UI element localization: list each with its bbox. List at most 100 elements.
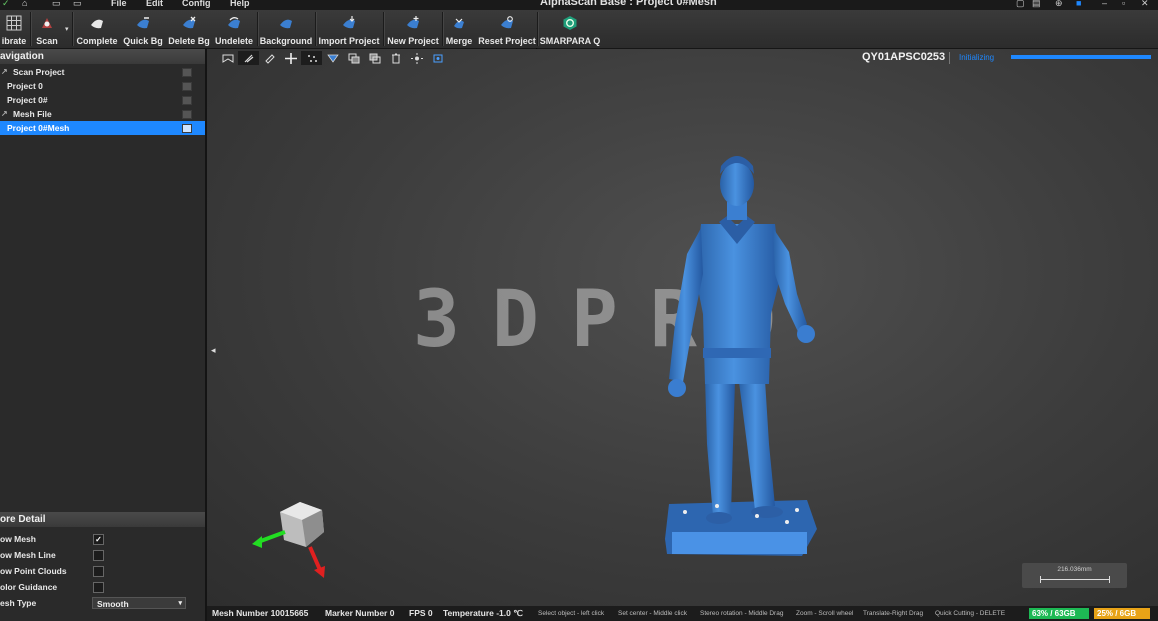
device-status: Initializing [959,53,995,62]
init-progress-bar [1011,55,1151,59]
show-mesh-row: ow Mesh ✓ [0,531,205,547]
layout-split-icon[interactable]: ▤ [1032,0,1041,9]
scan-dropdown-icon[interactable]: ▾ [65,25,69,33]
main-toolbar: ibrate Scan ▾ Complete Quick Bg Delete B… [0,10,1158,59]
init-progress-fill [1011,55,1151,59]
hint-rotate: Stereo rotation - Middle Drag [700,610,784,617]
select-rect-tool[interactable] [217,51,238,65]
visibility-icon[interactable] [182,82,192,91]
undelete-label: Undelete [214,36,253,46]
reset-project-button[interactable]: Reset Project [477,12,537,46]
reset-project-icon [501,16,513,29]
select-lasso-tool[interactable] [259,51,280,65]
show-point-clouds-row: ow Point Clouds [0,563,205,579]
show-mesh-checkbox[interactable]: ✓ [93,534,104,545]
hint-select: Select object - left click [538,610,605,617]
nav-item-project-0-hash[interactable]: Project 0# [0,93,205,107]
mesh-type-select[interactable]: Smooth ▾ [92,597,186,609]
tree-branch-icon: ↗ [1,67,8,76]
window-title: AlphaScan Base : Project 0#Mesh [540,0,717,8]
axis-gizmo[interactable] [250,492,340,582]
delete-tool[interactable] [385,51,406,65]
layer-tool-2[interactable] [364,51,385,65]
more-detail-header: ore Detail [0,512,205,527]
complete-label: Complete [76,36,118,46]
show-mesh-line-label: ow Mesh Line [0,550,56,560]
import-project-label: Import Project [318,36,380,46]
mesh-view-icon [326,54,339,63]
status-bar: Mesh Number 10015665 Marker Number 0 FPS… [207,606,1158,621]
mesh-view-tool[interactable] [322,51,343,65]
trash-icon [391,53,400,63]
open-icon[interactable]: ▭ [73,0,82,8]
points-icon [307,54,317,62]
3d-viewport[interactable]: QY01APSC0253 Initializing 3DPRO ◂ 216.03… [207,49,1158,606]
mesh-number: Mesh Number 10015665 [212,608,309,618]
scan-label: Scan [36,36,58,46]
mesh-type-row: esh Type Smooth ▾ [0,595,205,611]
new-project-icon [407,16,419,29]
layer-tool-1[interactable] [343,51,364,65]
nav-item-project-0-mesh[interactable]: Project 0#Mesh [0,121,205,135]
nav-item-label: Project 0 [7,81,43,91]
app-logo-icon: ✓ [2,0,10,8]
nav-item-label: Project 0# [7,95,48,105]
layers-alt-icon [369,53,380,63]
temperature-readout: Temperature -1.0 ℃ [443,608,523,618]
visibility-icon[interactable] [182,96,192,105]
smarpara-logo-icon [563,16,577,30]
layout-icon[interactable]: ▢ [1016,0,1025,9]
hint-center: Set center - Middle click [618,610,687,617]
show-point-clouds-label: ow Point Clouds [0,566,67,576]
scan-button[interactable]: Scan [32,12,62,46]
points-tool[interactable] [301,51,322,65]
delete-bg-label: Delete Bg [168,36,210,46]
close-icon[interactable]: ✕ [1141,0,1149,9]
hint-cut: Quick Cutting - DELETE [935,610,1006,617]
brush-icon [244,54,253,62]
visibility-icon[interactable] [182,110,192,119]
save-icon[interactable]: ▭ [52,0,61,8]
color-guidance-checkbox[interactable] [93,582,104,593]
calibrate-button[interactable]: ibrate [0,12,28,46]
complete-button[interactable]: Complete [75,12,119,46]
nav-item-mesh-file[interactable]: ↗ Mesh File [0,107,205,121]
select-brush-tool[interactable] [238,51,259,65]
home-icon[interactable]: ⌂ [22,0,31,8]
merge-icon [454,18,464,29]
fit-view-tool[interactable] [427,51,448,65]
visibility-icon[interactable] [182,124,192,133]
menu-config[interactable]: Config [182,0,211,8]
title-bar: ✓ ⌂ ▭ ▭ File Edit Config Help AlphaScan … [0,0,1158,10]
visibility-icon[interactable] [182,68,192,77]
pan-tool[interactable] [280,51,301,65]
show-point-clouds-checkbox[interactable] [93,566,104,577]
color-guidance-row: olor Guidance [0,579,205,595]
smarpara-button[interactable]: SMARPARA Q [539,12,601,46]
menu-file[interactable]: File [111,0,127,8]
merge-button[interactable]: Merge [444,12,474,46]
collapse-panel-icon[interactable]: ◂ [211,345,216,356]
nav-item-project-0[interactable]: Project 0 [0,79,205,93]
menu-help[interactable]: Help [230,0,250,8]
undelete-icon [228,17,240,29]
delete-bg-button[interactable]: Delete Bg [166,12,212,46]
menu-edit[interactable]: Edit [146,0,163,8]
minimize-icon[interactable]: – [1102,0,1107,8]
scale-bar [1040,576,1110,583]
background-button[interactable]: Background [259,12,313,46]
maximize-icon[interactable]: ▫ [1122,0,1125,8]
quick-bg-label: Quick Bg [123,36,163,46]
nav-item-scan-project[interactable]: ↗ Scan Project [0,65,205,79]
import-project-button[interactable]: Import Project [317,12,381,46]
scanned-mesh-model[interactable] [657,144,827,564]
globe-icon[interactable]: ⊕ [1055,0,1063,9]
navigation-header: avigation [0,49,205,64]
account-icon[interactable]: ■ [1076,0,1081,8]
center-tool[interactable] [406,51,427,65]
new-project-button[interactable]: New Project [385,12,441,46]
undelete-button[interactable]: Undelete [213,12,255,46]
show-mesh-line-checkbox[interactable] [93,550,104,561]
quick-bg-button[interactable]: Quick Bg [121,12,165,46]
view-toolbar [217,51,448,65]
